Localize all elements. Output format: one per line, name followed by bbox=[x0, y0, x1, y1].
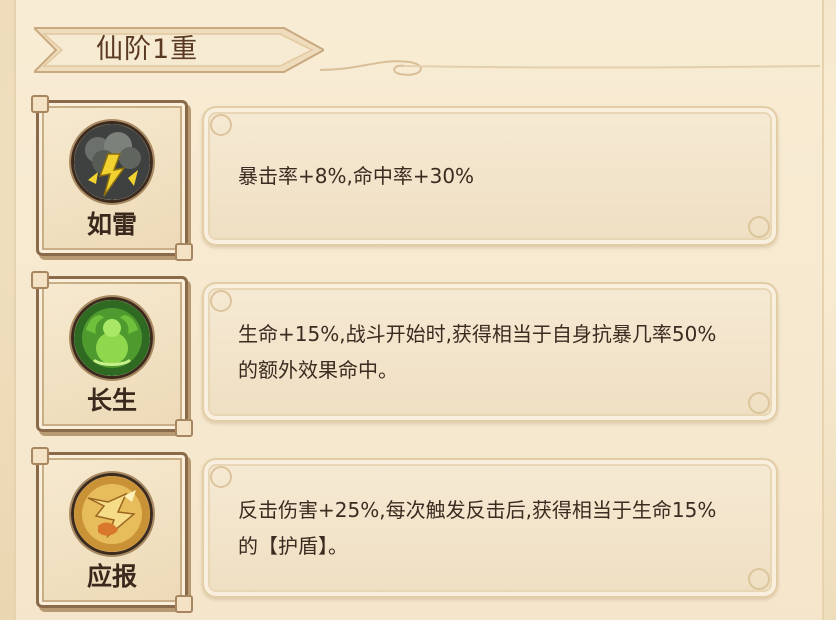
corner-ornament bbox=[210, 466, 232, 488]
skill-card[interactable]: 应报 bbox=[31, 447, 193, 613]
page-title: 仙阶1重 bbox=[96, 34, 199, 65]
header-divider bbox=[320, 60, 820, 76]
skill-row-changsheng[interactable]: 长生 生命+15%,战斗开始时,获得相当于自身抗暴几率50%的额外效果命中。 bbox=[31, 271, 778, 437]
counter-strike-icon bbox=[71, 473, 153, 555]
skill-description: 暴击率+8%,命中率+30% bbox=[238, 164, 475, 188]
skill-description-panel: 暴击率+8%,命中率+30% bbox=[202, 106, 778, 246]
skill-description: 生命+15%,战斗开始时,获得相当于自身抗暴几率50%的额外效果命中。 bbox=[238, 322, 717, 382]
header-banner: 仙阶1重 bbox=[34, 22, 324, 78]
skill-card[interactable]: 如雷 bbox=[31, 95, 193, 261]
corner-ornament bbox=[748, 392, 770, 414]
skill-card[interactable]: 长生 bbox=[31, 271, 193, 437]
skill-description: 反击伤害+25%,每次触发反击后,获得相当于生命15%的【护盾】。 bbox=[238, 498, 717, 558]
skill-description-panel: 反击伤害+25%,每次触发反击后,获得相当于生命15%的【护盾】。 bbox=[202, 458, 778, 598]
corner-ornament bbox=[748, 216, 770, 238]
skill-description-panel: 生命+15%,战斗开始时,获得相当于自身抗暴几率50%的额外效果命中。 bbox=[202, 282, 778, 422]
corner-ornament bbox=[210, 290, 232, 312]
skill-name: 长生 bbox=[86, 386, 137, 415]
skill-row-yingbao[interactable]: 应报 反击伤害+25%,每次触发反击后,获得相当于生命15%的【护盾】。 bbox=[31, 447, 778, 613]
corner-ornament bbox=[748, 568, 770, 590]
skill-name: 应报 bbox=[86, 562, 137, 591]
thunder-cloud-icon bbox=[71, 121, 153, 203]
skill-name: 如雷 bbox=[86, 210, 137, 239]
green-spirit-icon bbox=[71, 297, 153, 379]
corner-ornament bbox=[210, 114, 232, 136]
skill-row-rulei[interactable]: 如雷 暴击率+8%,命中率+30% bbox=[31, 95, 778, 261]
